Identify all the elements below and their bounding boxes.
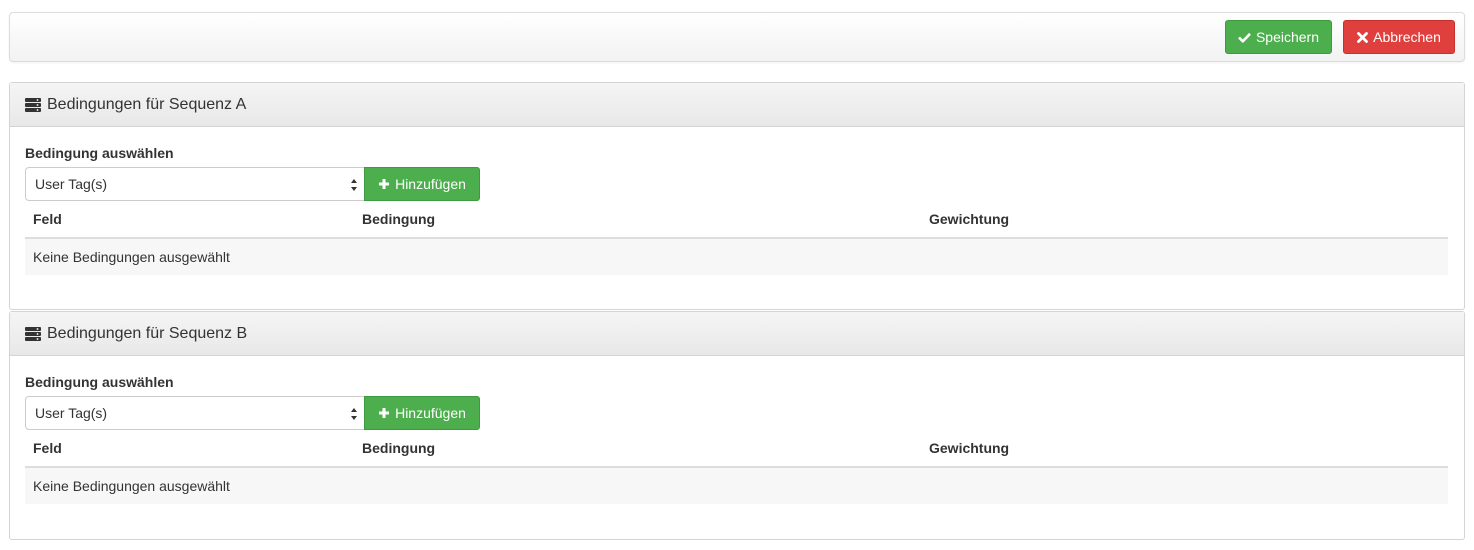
select-value: User Tag(s)	[35, 405, 108, 421]
server-icon	[25, 326, 41, 341]
times-icon	[1357, 31, 1369, 43]
add-button-label: Hinzufügen	[395, 176, 466, 192]
plus-icon	[379, 408, 390, 418]
column-header-feld: Feld	[33, 211, 62, 227]
select-value: User Tag(s)	[35, 176, 108, 192]
select-arrows-icon	[351, 179, 357, 191]
add-button-label: Hinzufügen	[395, 405, 466, 421]
server-icon	[25, 97, 41, 112]
cancel-button[interactable]: Abbrechen	[1343, 20, 1455, 54]
panel-heading: Bedingungen für Sequenz A	[10, 83, 1464, 127]
column-header-gewichtung: Gewichtung	[929, 440, 1010, 456]
empty-message: Keine Bedingungen ausgewählt	[33, 478, 230, 494]
panel-sequence-a: Bedingungen für Sequenz A Bedingung ausw…	[9, 82, 1465, 310]
action-toolbar: Speichern Abbrechen	[9, 12, 1465, 62]
check-icon	[1238, 32, 1251, 43]
panel-title: Bedingungen für Sequenz A	[47, 95, 247, 113]
save-button[interactable]: Speichern	[1225, 20, 1332, 54]
select-label: Bedingung auswählen	[25, 145, 174, 161]
panel-title: Bedingungen für Sequenz B	[47, 324, 248, 342]
select-arrows-icon	[351, 408, 357, 420]
column-header-bedingung: Bedingung	[362, 211, 436, 227]
add-condition-button[interactable]: Hinzufügen	[364, 396, 480, 430]
condition-select[interactable]: User Tag(s)	[25, 396, 365, 430]
save-button-label: Speichern	[1255, 29, 1320, 45]
column-header-gewichtung: Gewichtung	[929, 211, 1010, 227]
select-label: Bedingung auswählen	[25, 374, 174, 390]
table-row-empty: Keine Bedingungen ausgewählt	[25, 468, 1448, 504]
cancel-button-label: Abbrechen	[1373, 29, 1441, 45]
panel-sequence-b: Bedingungen für Sequenz B Bedingung ausw…	[9, 311, 1465, 540]
column-header-bedingung: Bedingung	[362, 440, 436, 456]
condition-select[interactable]: User Tag(s)	[25, 167, 365, 201]
column-header-feld: Feld	[33, 440, 62, 456]
plus-icon	[379, 179, 390, 189]
table-row-empty: Keine Bedingungen ausgewählt	[25, 239, 1448, 275]
panel-heading: Bedingungen für Sequenz B	[10, 312, 1464, 356]
empty-message: Keine Bedingungen ausgewählt	[33, 249, 230, 265]
add-condition-button[interactable]: Hinzufügen	[364, 167, 480, 201]
